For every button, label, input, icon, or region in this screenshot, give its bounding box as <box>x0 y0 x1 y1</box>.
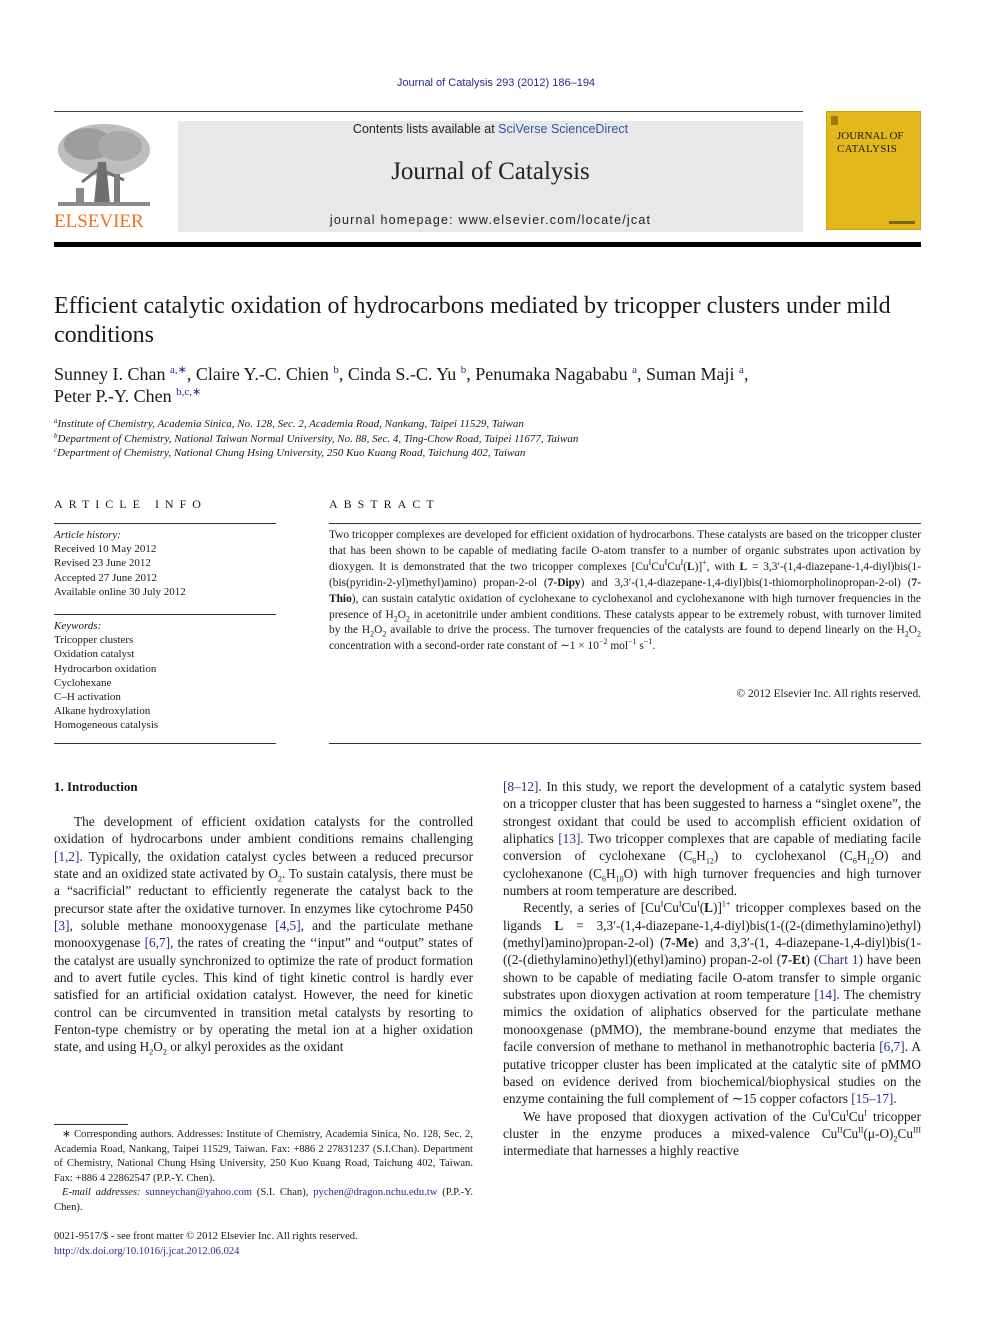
keyword: Hydrocarbon oxidation <box>54 662 157 675</box>
running-head-link[interactable]: Journal of Catalysis 293 (2012) 186–194 <box>0 77 992 89</box>
author-affiliation-mark[interactable]: b,c,∗ <box>176 386 201 398</box>
citation-link[interactable]: [6,7] <box>145 935 170 950</box>
keyword: Oxidation catalyst <box>54 648 135 661</box>
keyword: Tricopper clusters <box>54 634 134 647</box>
abstract-heading: ABSTRACT <box>329 497 440 511</box>
author: Suman Maji a, <box>646 364 749 384</box>
footnote-emails: E-mail addresses: sunneychan@yahoo.com (… <box>54 1187 473 1213</box>
footnote-addresses: ∗ Corresponding authors. Addresses: Inst… <box>54 1129 473 1184</box>
divider <box>54 743 276 744</box>
journal-homepage[interactable]: journal homepage: www.elsevier.com/locat… <box>178 213 803 227</box>
citation-link[interactable]: [8–12] <box>503 779 538 794</box>
abstract-copyright: © 2012 Elsevier Inc. All rights reserved… <box>736 688 921 700</box>
elsevier-tree-icon <box>58 124 150 206</box>
doi-link[interactable]: http://dx.doi.org/10.1016/j.jcat.2012.06… <box>54 1246 239 1257</box>
elsevier-logo[interactable]: ELSEVIER <box>54 122 154 232</box>
author: Cinda S.-C. Yu b, <box>347 364 476 384</box>
header-thick-rule <box>54 242 921 247</box>
citation-link[interactable]: [6,7] <box>879 1039 904 1054</box>
citation-link[interactable]: [14] <box>814 987 836 1002</box>
paragraph: The development of efficient oxidation c… <box>54 814 474 1058</box>
keyword: Homogeneous catalysis <box>54 719 159 732</box>
journal-cover-thumbnail[interactable]: JOURNAL OF CATALYSIS <box>826 111 921 230</box>
affiliation: bDepartment of Chemistry, National Taiwa… <box>54 431 579 445</box>
affiliation-list: aInstitute of Chemistry, Academia Sinica… <box>54 417 924 461</box>
history-item: Received 10 May 2012 <box>54 543 157 556</box>
cover-title: JOURNAL OF CATALYSIS <box>837 130 922 156</box>
body-column-right: [8–12]. In this study, we report the dev… <box>503 778 921 1160</box>
keywords-label: Keywords: <box>54 620 102 632</box>
paragraph: Recently, a series of [CuICuICuI(L)]1+ t… <box>503 899 922 1107</box>
email-link[interactable]: sunneychan@yahoo.com <box>145 1187 252 1198</box>
elsevier-wordmark: ELSEVIER <box>54 211 144 232</box>
history-item: Available online 30 July 2012 <box>54 585 186 598</box>
compound-label: 7-Dipy <box>547 576 581 589</box>
divider <box>54 614 276 615</box>
asterisk-icon: ∗ <box>62 1129 71 1140</box>
author: Claire Y.-C. Chien b, <box>195 364 348 384</box>
keywords: Keywords: Tricopper clusters Oxidation c… <box>54 619 276 733</box>
body-column-left: The development of efficient oxidation c… <box>54 813 474 1058</box>
paragraph: [8–12]. In this study, we report the dev… <box>503 779 921 899</box>
compound-label: 7-Et <box>781 952 806 968</box>
author: Peter P.-Y. Chen b,c,∗ <box>54 386 202 406</box>
cover-title-line1: JOURNAL OF <box>837 130 904 142</box>
keyword: C–H activation <box>54 691 121 704</box>
affiliation: cDepartment of Chemistry, National Chung… <box>54 446 526 460</box>
paragraph: We have proposed that dioxygen activatio… <box>503 1108 921 1159</box>
citation-link[interactable]: [3] <box>54 918 70 933</box>
elsevier-emblem-icon <box>831 116 838 125</box>
affiliation: aInstitute of Chemistry, Academia Sinica… <box>54 417 524 431</box>
section-heading-introduction: 1. Introduction <box>54 779 138 794</box>
article-title: Efficient catalytic oxidation of hydroca… <box>54 293 891 348</box>
author-list: Sunney I. Chan a,∗, Claire Y.-C. Chien b… <box>54 363 924 407</box>
keyword: Alkane hydroxylation <box>54 705 151 718</box>
cover-publisher-mark <box>889 221 915 224</box>
contents-prefix: Contents lists available at <box>352 122 499 136</box>
citation-link[interactable]: [1,2] <box>54 849 79 864</box>
divider <box>54 523 276 524</box>
author: Sunney I. Chan a,∗, <box>54 364 196 384</box>
keyword: Cyclohexane <box>54 676 112 689</box>
front-matter: 0021-9517/$ - see front matter © 2012 El… <box>54 1230 473 1259</box>
corresponding-author-footnote: ∗ Corresponding authors. Addresses: Inst… <box>54 1128 473 1215</box>
sciencedirect-link[interactable]: SciVerse ScienceDirect <box>498 122 628 136</box>
divider <box>329 743 921 744</box>
article-history: Article history: Received 10 May 2012 Re… <box>54 528 276 599</box>
author-affiliation-mark[interactable]: a,∗ <box>170 364 187 376</box>
journal-title: Journal of Catalysis <box>391 158 590 185</box>
issn-line: 0021-9517/$ - see front matter © 2012 El… <box>54 1231 358 1242</box>
email-link[interactable]: pychen@dragon.nchu.edu.tw <box>313 1187 437 1198</box>
abstract-body: Two tricopper complexes are developed fo… <box>329 529 922 653</box>
compound-label: 7-Me <box>664 935 694 951</box>
citation-link[interactable]: [13] <box>558 831 580 846</box>
cover-title-line2: CATALYSIS <box>837 143 898 155</box>
divider <box>329 523 921 524</box>
citation-link[interactable]: [4,5] <box>275 918 300 933</box>
citation-link[interactable]: [15–17] <box>851 1091 893 1106</box>
footnote-rule <box>54 1124 128 1125</box>
author: Penumaka Nagababu a, <box>475 364 647 384</box>
article-info-heading: ARTICLE INFO <box>54 497 207 511</box>
contents-availability: Contents lists available at SciVerse Sci… <box>178 122 803 136</box>
journal-masthead: Contents lists available at SciVerse Sci… <box>178 121 803 232</box>
chart-link[interactable]: Chart 1 <box>818 952 858 967</box>
article-history-label: Article history: <box>54 529 121 541</box>
history-item: Revised 23 June 2012 <box>54 557 151 570</box>
history-item: Accepted 27 June 2012 <box>54 571 157 584</box>
top-rule <box>54 111 803 112</box>
